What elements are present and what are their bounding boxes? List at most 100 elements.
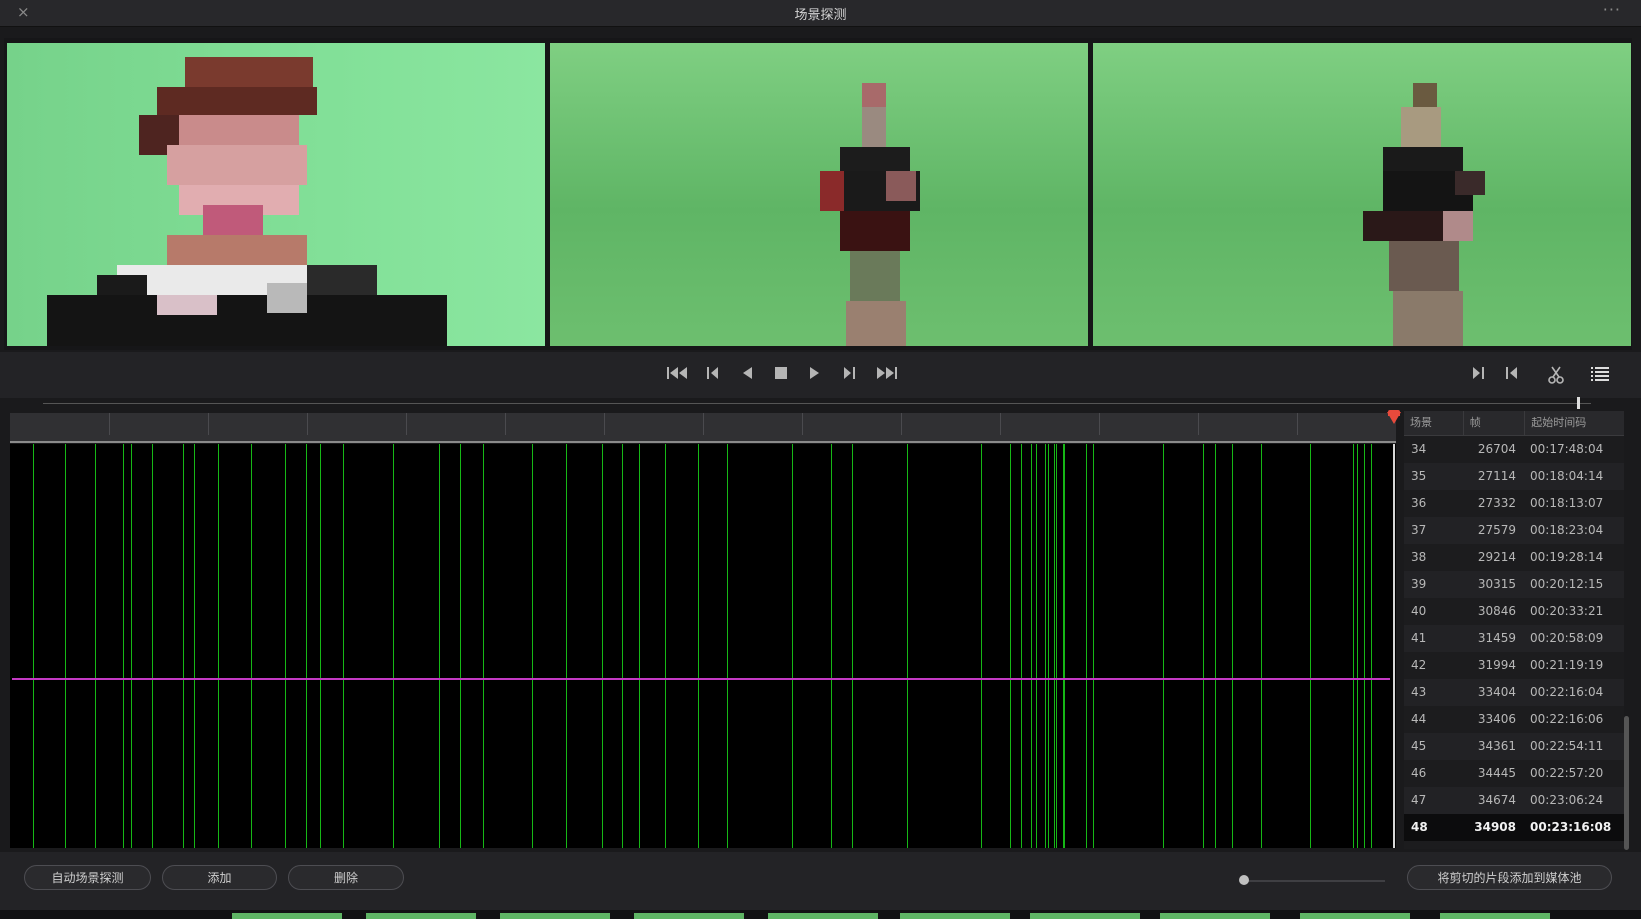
- scene-cut-line[interactable]: [33, 444, 34, 848]
- delete-button[interactable]: 删除: [288, 865, 404, 890]
- scene-cut-line[interactable]: [727, 444, 728, 848]
- scene-row[interactable]: 47 34674 00:23:06:24: [1404, 787, 1624, 814]
- list-view-icon[interactable]: [1590, 366, 1610, 384]
- auto-scene-detect-button[interactable]: 自动场景探测: [24, 865, 151, 890]
- scene-row[interactable]: 43 33404 00:22:16:04: [1404, 679, 1624, 706]
- scene-cut-line[interactable]: [1045, 444, 1046, 848]
- add-cuts-to-media-pool-button[interactable]: 将剪切的片段添加到媒体池: [1407, 865, 1612, 890]
- scene-cut-line[interactable]: [1064, 444, 1065, 848]
- mark-out-icon[interactable]: [1469, 366, 1487, 384]
- scene-cut-line[interactable]: [532, 444, 533, 848]
- scene-row[interactable]: 35 27114 00:18:04:14: [1404, 463, 1624, 490]
- scene-row[interactable]: 40 30846 00:20:33:21: [1404, 598, 1624, 625]
- filmstrip-thumbnail[interactable]: [366, 913, 476, 919]
- scene-cut-line[interactable]: [639, 444, 640, 848]
- scene-cut-line[interactable]: [622, 444, 623, 848]
- filmstrip-thumbnail[interactable]: [1440, 913, 1550, 919]
- scene-cut-line[interactable]: [1261, 444, 1262, 848]
- razor-cut-icon[interactable]: [1546, 366, 1566, 384]
- play-icon[interactable]: [806, 366, 824, 384]
- scene-cut-line[interactable]: [251, 444, 252, 848]
- scene-row[interactable]: 41 31459 00:20:58:09: [1404, 625, 1624, 652]
- scene-cut-line[interactable]: [792, 444, 793, 848]
- filmstrip-thumbnail[interactable]: [1300, 913, 1410, 919]
- mark-in-icon[interactable]: [1503, 366, 1521, 384]
- scene-cut-line[interactable]: [460, 444, 461, 848]
- scene-cut-line[interactable]: [698, 444, 699, 848]
- scene-thumbnail-previous[interactable]: [7, 43, 545, 346]
- scene-cut-line[interactable]: [1353, 444, 1354, 848]
- scene-cut-line[interactable]: [1357, 444, 1358, 848]
- filmstrip-thumbnail[interactable]: [900, 913, 1010, 919]
- scene-cut-line[interactable]: [1371, 444, 1372, 848]
- scene-cut-line[interactable]: [1364, 444, 1365, 848]
- scene-cut-line[interactable]: [852, 444, 853, 848]
- scene-cut-line[interactable]: [393, 444, 394, 848]
- column-header-start-tc[interactable]: 起始时间码: [1525, 411, 1624, 435]
- scene-cut-line[interactable]: [981, 444, 982, 848]
- scene-row[interactable]: 36 27332 00:18:13:07: [1404, 490, 1624, 517]
- scene-cut-line[interactable]: [131, 444, 132, 848]
- scene-thumbnail-current[interactable]: [550, 43, 1088, 346]
- play-reverse-icon[interactable]: [738, 366, 756, 384]
- timeline-ruler[interactable]: [10, 413, 1396, 442]
- scene-row[interactable]: 44 33406 00:22:16:06: [1404, 706, 1624, 733]
- scrub-handle[interactable]: [1577, 397, 1581, 409]
- threshold-line[interactable]: [12, 678, 1390, 680]
- scene-cut-line[interactable]: [65, 444, 66, 848]
- column-header-frame[interactable]: 帧: [1464, 411, 1526, 435]
- scene-cut-line[interactable]: [602, 444, 603, 848]
- scene-cut-line[interactable]: [1056, 444, 1057, 848]
- scene-cut-line[interactable]: [320, 444, 321, 848]
- scene-cut-line[interactable]: [907, 444, 908, 848]
- zoom-slider-knob[interactable]: [1239, 875, 1250, 885]
- scene-cut-line[interactable]: [1086, 444, 1087, 848]
- zoom-slider-track[interactable]: [1240, 880, 1385, 882]
- scene-cut-graph[interactable]: [10, 444, 1396, 848]
- filmstrip-thumbnail[interactable]: [500, 913, 610, 919]
- scene-cut-line[interactable]: [831, 444, 832, 848]
- scene-cut-line[interactable]: [1215, 444, 1216, 848]
- filmstrip-thumbnail[interactable]: [634, 913, 744, 919]
- playhead-pointer-icon[interactable]: [1387, 412, 1401, 424]
- scene-cut-line[interactable]: [218, 444, 219, 848]
- scene-cut-line[interactable]: [1232, 444, 1233, 848]
- scene-cut-line[interactable]: [566, 444, 567, 848]
- scene-cut-line[interactable]: [343, 444, 344, 848]
- filmstrip-thumbnail[interactable]: [768, 913, 878, 919]
- filmstrip-thumbnail[interactable]: [232, 913, 342, 919]
- more-options-icon[interactable]: ···: [1603, 0, 1621, 19]
- filmstrip-thumbnail[interactable]: [1030, 913, 1140, 919]
- stop-icon[interactable]: [772, 366, 790, 384]
- scene-cut-line[interactable]: [194, 444, 195, 848]
- scene-cut-line[interactable]: [1310, 444, 1311, 848]
- scene-cut-line[interactable]: [1010, 444, 1011, 848]
- scene-cut-line[interactable]: [1203, 444, 1204, 848]
- scene-row[interactable]: 38 29214 00:19:28:14: [1404, 544, 1624, 571]
- scene-cut-line[interactable]: [1021, 444, 1022, 848]
- scene-cut-line[interactable]: [1093, 444, 1094, 848]
- scene-row[interactable]: 34 26704 00:17:48:04: [1404, 436, 1624, 463]
- column-header-scene[interactable]: 场景: [1404, 411, 1464, 435]
- scene-cut-line[interactable]: [152, 444, 153, 848]
- scene-row[interactable]: 37 27579 00:18:23:04: [1404, 517, 1624, 544]
- scrub-bar[interactable]: [43, 403, 1591, 404]
- scene-cut-line[interactable]: [285, 444, 286, 848]
- scene-cut-line[interactable]: [1054, 444, 1055, 848]
- scene-cut-line[interactable]: [306, 444, 307, 848]
- go-to-end-icon[interactable]: [874, 366, 898, 384]
- scene-cut-line[interactable]: [1048, 444, 1049, 848]
- next-frame-icon[interactable]: [840, 366, 858, 384]
- add-button[interactable]: 添加: [162, 865, 277, 890]
- scene-row[interactable]: 46 34445 00:22:57:20: [1404, 760, 1624, 787]
- scene-cut-line[interactable]: [665, 444, 666, 848]
- scene-list-scrollbar[interactable]: [1624, 716, 1629, 850]
- scene-cut-line[interactable]: [1163, 444, 1164, 848]
- scene-row[interactable]: 45 34361 00:22:54:11: [1404, 733, 1624, 760]
- scene-cut-line[interactable]: [95, 444, 96, 848]
- scene-row[interactable]: 42 31994 00:21:19:19: [1404, 652, 1624, 679]
- previous-frame-icon[interactable]: [704, 366, 722, 384]
- scene-cut-line[interactable]: [1031, 444, 1032, 848]
- scene-cut-line[interactable]: [483, 444, 484, 848]
- scene-row[interactable]: 39 30315 00:20:12:15: [1404, 571, 1624, 598]
